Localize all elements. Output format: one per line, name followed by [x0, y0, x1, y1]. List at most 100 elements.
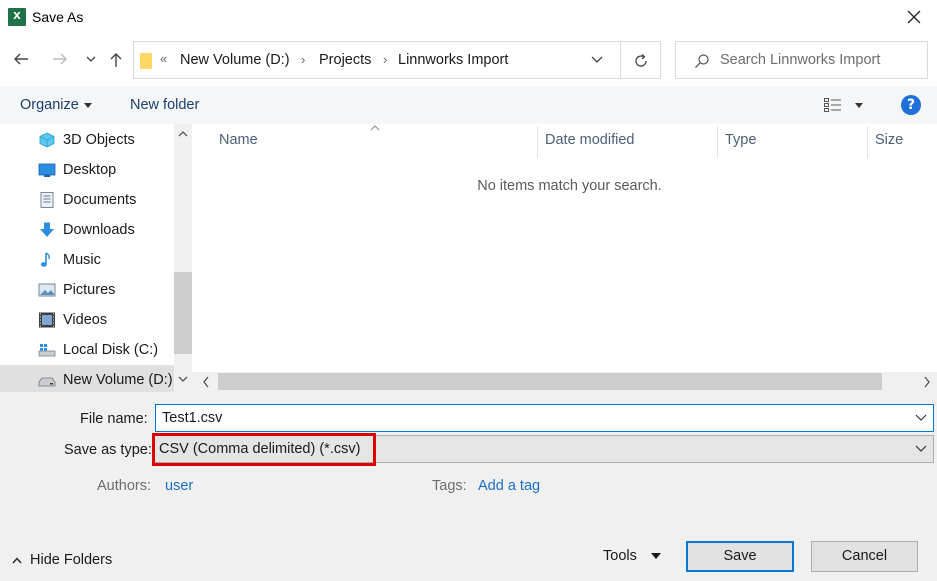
3d-objects-icon — [39, 132, 55, 148]
caret-down-icon — [83, 102, 92, 108]
address-dropdown-button[interactable] — [590, 52, 604, 70]
excel-app-icon: X — [8, 8, 26, 26]
save-type-label: Save as type: — [64, 442, 152, 458]
file-name-field[interactable]: Test1.csv — [155, 404, 934, 432]
column-header-name[interactable]: Name — [219, 132, 258, 148]
breadcrumb-new-volume[interactable]: New Volume (D:) — [180, 52, 290, 68]
view-options-icon[interactable] — [824, 98, 842, 112]
refresh-button[interactable] — [621, 41, 661, 79]
breadcrumb-separator-icon: › — [383, 52, 388, 67]
forward-button[interactable] — [49, 48, 71, 72]
authors-label: Authors: — [97, 478, 151, 494]
sidebar-item-3d-objects[interactable]: 3D Objects — [0, 125, 174, 155]
address-bar-row: « New Volume (D:) › Projects › Linnworks… — [0, 34, 937, 86]
scroll-left-icon[interactable] — [202, 376, 210, 388]
command-toolbar: Organize New folder ? — [0, 86, 937, 124]
scroll-right-icon[interactable] — [923, 376, 931, 388]
navigation-scrollbar[interactable] — [174, 124, 192, 392]
overflow-chevron[interactable]: « — [160, 51, 167, 66]
search-icon — [695, 54, 709, 68]
breadcrumb-linnworks-import[interactable]: Linnworks Import — [398, 52, 508, 68]
title-bar: X Save As — [0, 0, 937, 34]
pictures-icon — [38, 283, 56, 297]
videos-icon — [39, 312, 55, 328]
sidebar-item-label: Local Disk (C:) — [63, 342, 159, 358]
hide-folders-label: Hide Folders — [30, 552, 113, 568]
sidebar-item-new-volume[interactable]: New Volume (D:) — [0, 365, 174, 392]
file-list-pane: Name Date modified Type Size No items ma… — [192, 124, 937, 392]
address-bar[interactable]: « New Volume (D:) › Projects › Linnworks… — [133, 41, 621, 79]
organize-button[interactable]: Organize — [20, 97, 92, 113]
column-header-size[interactable]: Size — [875, 132, 903, 148]
close-icon — [907, 10, 921, 24]
caret-down-icon — [650, 553, 661, 560]
hide-folders-button[interactable]: Hide Folders — [12, 552, 112, 568]
arrow-up-icon — [110, 53, 122, 67]
add-tag-link[interactable]: Add a tag — [478, 478, 540, 494]
view-options-caret-icon[interactable] — [855, 103, 863, 108]
column-header-date-modified[interactable]: Date modified — [545, 132, 634, 148]
sidebar-item-music[interactable]: Music — [0, 245, 174, 275]
desktop-icon — [38, 163, 56, 177]
recent-locations-button[interactable] — [80, 48, 102, 72]
sidebar-item-local-disk[interactable]: Local Disk (C:) — [0, 335, 174, 365]
empty-folder-message: No items match your search. — [477, 178, 662, 194]
column-header-type[interactable]: Type — [725, 132, 756, 148]
scrollbar-thumb[interactable] — [218, 373, 882, 390]
search-box[interactable] — [675, 41, 928, 79]
sidebar-item-pictures[interactable]: Pictures — [0, 275, 174, 305]
file-name-value[interactable]: Test1.csv — [162, 410, 222, 426]
chevron-down-icon — [591, 56, 603, 63]
chevron-down-icon[interactable] — [915, 414, 927, 422]
organize-label: Organize — [20, 97, 79, 113]
breadcrumb-separator-icon: › — [301, 52, 306, 67]
scroll-down-icon[interactable] — [178, 375, 188, 383]
sidebar-item-label: Desktop — [63, 162, 117, 178]
up-button[interactable] — [105, 48, 127, 72]
music-icon — [40, 252, 50, 267]
horizontal-scrollbar[interactable] — [192, 372, 937, 392]
sidebar-item-label: Downloads — [63, 222, 135, 238]
search-input[interactable] — [720, 50, 920, 70]
drive-icon — [38, 377, 56, 387]
close-button[interactable] — [891, 0, 937, 34]
arrow-left-icon — [14, 53, 28, 65]
tags-label: Tags: — [432, 478, 467, 494]
sidebar-item-videos[interactable]: Videos — [0, 305, 174, 335]
scrollbar-thumb[interactable] — [174, 272, 192, 354]
sidebar-item-label: Documents — [63, 192, 137, 208]
sort-ascending-icon — [370, 125, 380, 131]
sidebar-item-label: Music — [63, 252, 101, 268]
save-button[interactable]: Save — [686, 541, 794, 572]
folder-icon — [140, 53, 152, 69]
column-divider[interactable] — [867, 126, 868, 158]
arrow-right-icon — [53, 53, 67, 65]
breadcrumb-projects[interactable]: Projects — [319, 52, 371, 68]
save-options-panel: File name: Test1.csv Save as type: CSV (… — [0, 392, 937, 581]
chevron-down-icon — [86, 56, 96, 62]
chevron-down-icon — [915, 445, 927, 452]
cancel-button[interactable]: Cancel — [811, 541, 918, 572]
sidebar-item-label: Videos — [63, 312, 108, 328]
downloads-icon — [40, 222, 54, 237]
window-title: Save As — [32, 9, 84, 25]
tools-button[interactable]: Tools — [603, 548, 661, 564]
help-icon[interactable]: ? — [901, 95, 921, 115]
sidebar-item-label: New Volume (D:) — [63, 372, 173, 388]
file-name-label: File name: — [80, 411, 148, 427]
sidebar-item-documents[interactable]: Documents — [0, 185, 174, 215]
refresh-icon — [635, 54, 647, 67]
sidebar-item-desktop[interactable]: Desktop — [0, 155, 174, 185]
tools-label: Tools — [603, 548, 637, 564]
column-divider[interactable] — [717, 126, 718, 158]
new-folder-button[interactable]: New folder — [130, 97, 199, 113]
chevron-up-icon — [12, 557, 22, 564]
annotation-highlight — [152, 433, 376, 466]
column-divider[interactable] — [537, 126, 538, 158]
authors-value[interactable]: user — [165, 478, 193, 494]
sidebar-item-downloads[interactable]: Downloads — [0, 215, 174, 245]
back-button[interactable] — [10, 48, 32, 72]
navigation-pane: 3D Objects Desktop Documents Downloads M… — [0, 124, 192, 392]
scroll-up-icon[interactable] — [178, 130, 188, 138]
documents-icon — [40, 192, 54, 208]
